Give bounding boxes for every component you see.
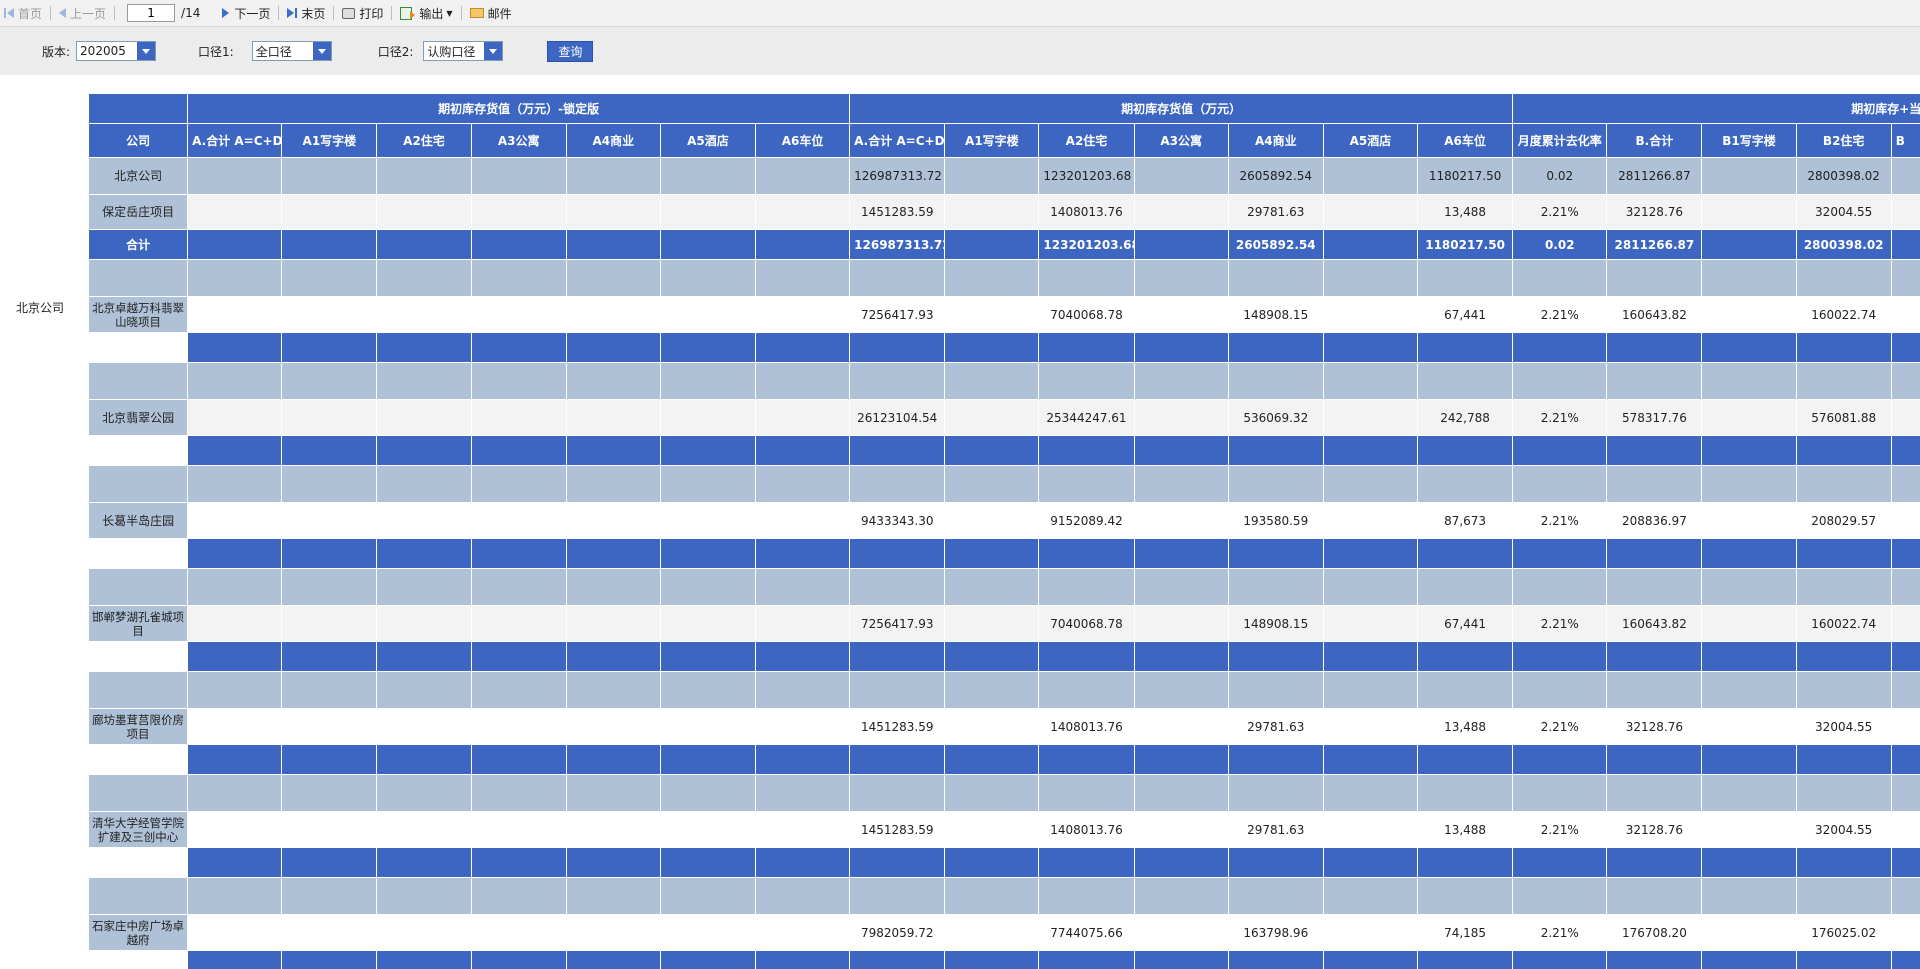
page-number-input[interactable] xyxy=(127,4,176,22)
col-company: 公司 xyxy=(87,123,189,158)
printer-icon xyxy=(342,7,356,19)
last-page-icon xyxy=(287,8,295,18)
first-page-icon xyxy=(4,8,6,18)
first-page-button[interactable]: 首页 xyxy=(0,3,46,23)
chevron-down-icon[interactable] xyxy=(484,42,503,60)
table-row: 清华大学经管学院扩建及三创中心 1451283.59 1408013.76 29… xyxy=(87,811,1920,848)
last-page-button[interactable]: 末页 xyxy=(283,3,329,23)
report-grid: 北京公司 期初库存货值（万元）-锁定版 期初库存货值（万元） 期初库存+当月 公… xyxy=(0,93,1920,969)
version-label: 版本: xyxy=(42,44,71,59)
mail-icon xyxy=(469,8,484,18)
export-icon xyxy=(400,6,416,20)
mail-button[interactable]: 邮件 xyxy=(466,3,516,23)
query-button[interactable]: 查询 xyxy=(547,40,594,62)
prev-page-button[interactable]: 上一页 xyxy=(55,3,110,23)
table-row: 北京公司 126987313.72 123201203.68 2605892.5… xyxy=(87,157,1920,195)
group-header-month: 期初库存+当月 xyxy=(1512,93,1920,124)
table-row: 长葛半岛庄园 9433343.30 9152089.42 193580.59 8… xyxy=(87,502,1920,539)
filter-bar: 版本: 202005 口径1: 全口径 口径2: 认购口径 查询 xyxy=(0,27,1920,75)
chevron-down-icon[interactable] xyxy=(137,42,156,60)
table-row: 北京翡翠公园 26123104.54 25344247.61 536069.32… xyxy=(87,399,1920,436)
table-row: 石家庄中房广场卓越府 7982059.72 7744075.66 163798.… xyxy=(87,914,1920,951)
report-toolbar: 首页 上一页 /14 下一页 末页 打印 输出 ▼ 邮件 xyxy=(0,0,1920,27)
prev-page-icon xyxy=(59,8,67,18)
side-company-label: 北京公司 xyxy=(16,301,65,315)
scope2-select[interactable]: 认购口径 xyxy=(423,41,504,61)
chevron-down-icon: ▼ xyxy=(446,8,453,18)
table-row: 廊坊墨茸莒限价房项目 1451283.59 1408013.76 29781.6… xyxy=(87,708,1920,745)
column-header-row: 公司 A.合计 A=C+D A1写字楼 A2住宅 A3公寓 A4商业 A5酒店 … xyxy=(87,123,1920,158)
chevron-down-icon[interactable] xyxy=(312,42,331,60)
scope1-select[interactable]: 全口径 xyxy=(251,41,332,61)
table-row: 保定岳庄项目 1451283.59 1408013.76 29781.63 13… xyxy=(87,194,1920,230)
next-page-button[interactable]: 下一页 xyxy=(218,3,274,23)
table-row: 邯郸梦湖孔雀城项目 7256417.93 7040068.78 148908.1… xyxy=(87,605,1920,642)
print-button[interactable]: 打印 xyxy=(338,3,387,23)
group-header-current: 期初库存货值（万元） xyxy=(849,93,1514,124)
group-header-row: 期初库存货值（万元）-锁定版 期初库存货值（万元） 期初库存+当月 xyxy=(87,93,1920,124)
scope1-label: 口径1: xyxy=(198,44,234,59)
version-select[interactable]: 202005 xyxy=(76,41,157,61)
table-row: 北京卓越万科翡翠山晓项目 7256417.93 7040068.78 14890… xyxy=(87,296,1920,333)
export-button[interactable]: 输出 ▼ xyxy=(396,3,456,23)
group-header-locked: 期初库存货值（万元）-锁定版 xyxy=(187,93,851,124)
scope2-label: 口径2: xyxy=(377,44,414,59)
next-page-icon xyxy=(222,8,230,18)
total-row: 合计 126987313.72 123201203.68 2605892.54 … xyxy=(87,229,1920,260)
report-table: 期初库存货值（万元）-锁定版 期初库存货值（万元） 期初库存+当月 公司 A.合… xyxy=(87,93,1920,969)
page-total: /14 xyxy=(181,6,201,20)
